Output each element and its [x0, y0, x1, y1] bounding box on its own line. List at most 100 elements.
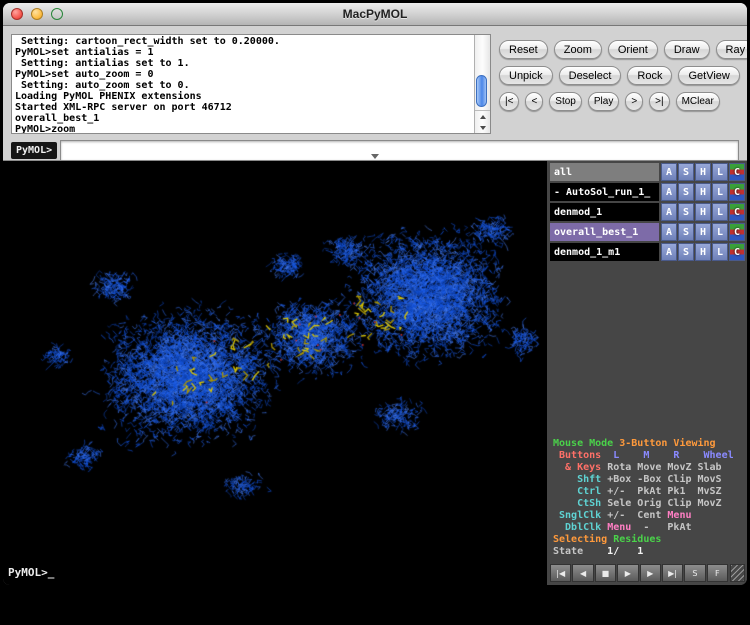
sidebar-spacer — [550, 263, 745, 436]
object-name[interactable]: denmod_1_m1 — [550, 243, 659, 261]
show-menu-button[interactable]: S — [678, 183, 694, 201]
resize-grip[interactable] — [730, 564, 745, 582]
state-row: State 1/ 1 — [553, 546, 742, 558]
object-row-denmod-1-m1: denmod_1_m1ASHLC — [550, 243, 745, 261]
rewind-start-button[interactable]: |◀ — [550, 564, 571, 582]
object-name[interactable]: overall_best_1 — [550, 223, 659, 241]
mouse-matrix-row: Ctrl +/- PkAt Pk1 MvSZ — [553, 486, 742, 498]
mouse-panel-text: +/- PkAt Pk1 MvSZ — [601, 486, 721, 497]
movie-stop-button[interactable]: Stop — [549, 92, 582, 111]
console-scrollbar[interactable] — [474, 35, 490, 133]
console-line: Setting: antialias set to 1. — [15, 58, 471, 69]
mouse-panel-text: +Box -Box Clip MovS — [601, 474, 721, 485]
console-line: Loading PyMOL PHENIX extensions — [15, 91, 471, 102]
mouse-panel-text: Menu — [667, 510, 691, 521]
feedback-console: Setting: cartoon_rect_width set to 0.200… — [11, 34, 491, 134]
scene-button[interactable]: S — [684, 564, 705, 582]
scroll-up-button[interactable] — [475, 111, 490, 122]
mouse-matrix-row: SnglClk +/- Cent Menu — [553, 510, 742, 522]
mouse-matrix-row: & Keys Rota Move MovZ Slab — [553, 462, 742, 474]
show-menu-button[interactable]: S — [678, 243, 694, 261]
step-back-button[interactable]: ◀ — [572, 564, 593, 582]
play-button[interactable]: ▶ — [617, 564, 638, 582]
main-area: PyMOL>_ allASHLC- AutoSol_run_1_ASHLCden… — [3, 161, 747, 585]
action-menu-button[interactable]: A — [661, 243, 677, 261]
draw-button[interactable]: Draw — [664, 40, 710, 59]
action-menu-button[interactable]: A — [661, 163, 677, 181]
color-menu-button[interactable]: C — [729, 163, 745, 181]
ray-button[interactable]: Ray — [716, 40, 747, 59]
label-menu-button[interactable]: L — [712, 183, 728, 201]
mouse-panel-text: DblClk — [553, 522, 601, 533]
console-line: PyMOL>set antialias = 1 — [15, 47, 471, 58]
show-menu-button[interactable]: S — [678, 163, 694, 181]
mouse-panel-text: Selecting — [553, 534, 613, 545]
deselect-button[interactable]: Deselect — [559, 66, 622, 85]
console-line: PyMOL>zoom — [15, 124, 471, 133]
viewport-command-line[interactable]: PyMOL>_ — [3, 563, 546, 585]
label-menu-button[interactable]: L — [712, 203, 728, 221]
object-name[interactable]: all — [550, 163, 659, 181]
fullscreen-button[interactable]: F — [707, 564, 728, 582]
skip-end-button[interactable]: ▶| — [662, 564, 683, 582]
label-menu-button[interactable]: L — [712, 243, 728, 261]
console-line: Setting: auto_zoom set to 0. — [15, 80, 471, 91]
selecting-mode-row[interactable]: Selecting Residues — [553, 534, 742, 546]
mouse-panel-text: Rota Move MovZ Slab — [601, 462, 721, 473]
scrollbar-thumb[interactable] — [476, 75, 487, 107]
label-menu-button[interactable]: L — [712, 223, 728, 241]
mouse-panel-text: SnglClk — [553, 510, 601, 521]
mouse-panel-text: Residues — [613, 534, 661, 545]
movie-last-button[interactable]: >| — [649, 92, 669, 111]
color-menu-button[interactable]: C — [729, 243, 745, 261]
pymol-command-input[interactable] — [60, 140, 739, 161]
color-menu-button[interactable]: C — [729, 223, 745, 241]
molecule-viewport[interactable] — [3, 161, 546, 563]
stop-button[interactable]: ■ — [595, 564, 616, 582]
object-list: allASHLC- AutoSol_run_1_ASHLCdenmod_1ASH… — [550, 163, 745, 263]
label-menu-button[interactable]: L — [712, 163, 728, 181]
action-menu-button[interactable]: A — [661, 183, 677, 201]
color-menu-button[interactable]: C — [729, 183, 745, 201]
hide-menu-button[interactable]: H — [695, 243, 711, 261]
orient-button[interactable]: Orient — [608, 40, 658, 59]
movie-forward-button[interactable]: > — [625, 92, 643, 111]
splitter-handle[interactable] — [371, 154, 379, 159]
mouse-matrix-row: CtSh Sele Orig Clip MovZ — [553, 498, 742, 510]
reset-button[interactable]: Reset — [499, 40, 548, 59]
mouse-panel-text: & Keys — [553, 462, 601, 473]
scroll-down-button[interactable] — [475, 122, 490, 133]
mouse-panel-text: State — [553, 546, 589, 557]
console-output[interactable]: Setting: cartoon_rect_width set to 0.200… — [12, 35, 474, 133]
hide-menu-button[interactable]: H — [695, 203, 711, 221]
object-name[interactable]: denmod_1 — [550, 203, 659, 221]
object-row-overall-best-1: overall_best_1ASHLC — [550, 223, 745, 241]
mouse-panel-text: +/- Cent — [601, 510, 667, 521]
hide-menu-button[interactable]: H — [695, 183, 711, 201]
hide-menu-button[interactable]: H — [695, 223, 711, 241]
action-menu-button[interactable]: A — [661, 223, 677, 241]
hide-menu-button[interactable]: H — [695, 163, 711, 181]
mouse-panel-text: Mouse Mode — [553, 438, 619, 449]
console-line: PyMOL>set auto_zoom = 0 — [15, 69, 471, 80]
mouse-matrix-header: Buttons L M R Wheel — [553, 450, 742, 462]
viewport-column: PyMOL>_ — [3, 161, 546, 585]
movie-clear-button[interactable]: MClear — [676, 92, 720, 111]
show-menu-button[interactable]: S — [678, 223, 694, 241]
title-bar[interactable]: MacPyMOL — [3, 3, 747, 26]
movie-back-button[interactable]: < — [525, 92, 543, 111]
internal-gui-panel: allASHLC- AutoSol_run_1_ASHLCdenmod_1ASH… — [546, 161, 747, 585]
show-menu-button[interactable]: S — [678, 203, 694, 221]
zoom-button[interactable]: Zoom — [554, 40, 602, 59]
getview-button[interactable]: GetView — [678, 66, 739, 85]
mouse-mode-title[interactable]: Mouse Mode 3-Button Viewing — [553, 438, 742, 450]
object-name[interactable]: - AutoSol_run_1_ — [550, 183, 659, 201]
step-forward-button[interactable]: ▶ — [640, 564, 661, 582]
movie-play-button[interactable]: Play — [588, 92, 619, 111]
rock-button[interactable]: Rock — [627, 66, 672, 85]
action-menu-button[interactable]: A — [661, 203, 677, 221]
console-line: overall_best_1 — [15, 113, 471, 124]
unpick-button[interactable]: Unpick — [499, 66, 553, 85]
color-menu-button[interactable]: C — [729, 203, 745, 221]
movie-first-button[interactable]: |< — [499, 92, 519, 111]
